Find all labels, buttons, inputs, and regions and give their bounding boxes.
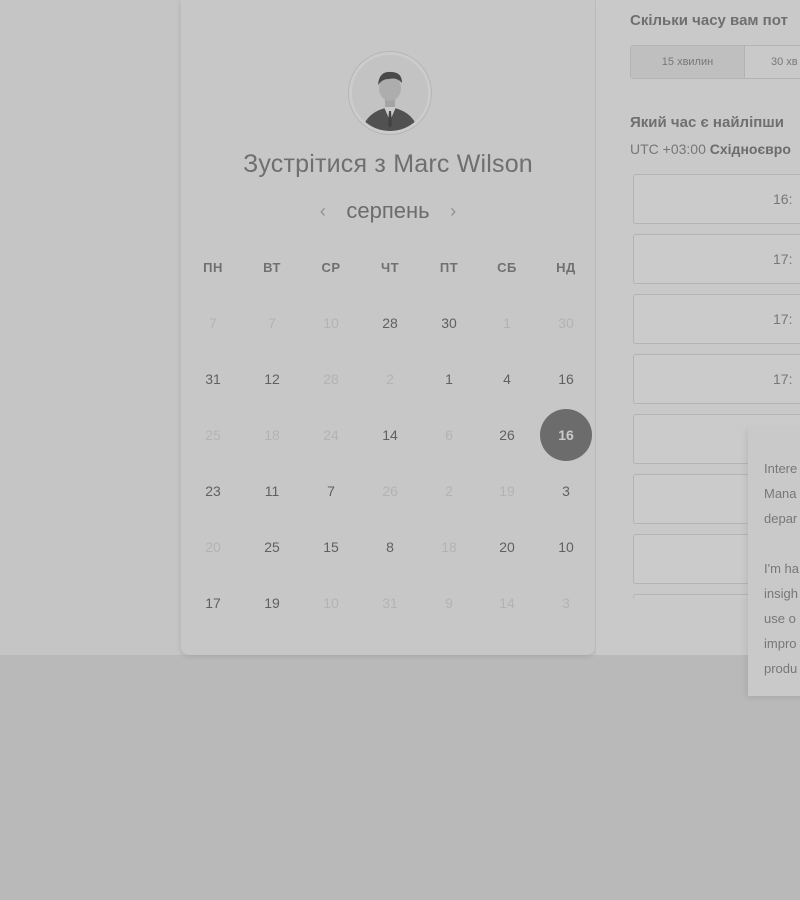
time-slot-button[interactable]: 17: [633, 234, 800, 284]
calendar-day[interactable]: 16 [540, 353, 592, 405]
calendar-day: 2 [386, 371, 394, 387]
calendar-day-selected[interactable]: 16 [540, 409, 592, 461]
time-slot-button[interactable]: 16: [633, 174, 800, 224]
calendar-day: 18 [441, 539, 457, 555]
calendar-day: 26 [382, 483, 398, 499]
calendar-day: 3 [562, 595, 570, 611]
calendar-day[interactable]: 25 [246, 521, 298, 573]
duration-15-button[interactable]: 15 хвилин [631, 46, 745, 78]
calendar-day: 28 [323, 371, 339, 387]
popup-text-line: Mana [764, 486, 797, 501]
calendar-day[interactable]: 26 [481, 409, 533, 461]
calendar-day: 14 [499, 595, 515, 611]
calendar-day: 1 [503, 315, 511, 331]
calendar-day[interactable]: 1 [423, 353, 475, 405]
calendar-day: 24 [323, 427, 339, 443]
calendar-day[interactable]: 3 [540, 465, 592, 517]
popup-text-line: Intere [764, 461, 798, 476]
calendar-day[interactable]: 30 [423, 297, 475, 349]
calendar-day[interactable]: 14 [364, 409, 416, 461]
calendar-day: 10 [323, 595, 339, 611]
popup-text-line: impro [764, 636, 797, 651]
calendar-day: 7 [268, 315, 276, 331]
popup-text-line: insigh [764, 586, 798, 601]
calendar-day[interactable]: 19 [246, 577, 298, 629]
calendar-day[interactable]: 23 [187, 465, 239, 517]
calendar-day: 19 [499, 483, 515, 499]
calendar-day[interactable]: 7 [305, 465, 357, 517]
time-slot-label: 17: [773, 311, 793, 327]
calendar-day: 6 [445, 427, 453, 443]
calendar-day[interactable]: 10 [540, 521, 592, 573]
time-slot-button[interactable]: 17: [633, 294, 800, 344]
calendar-day[interactable]: 28 [364, 297, 416, 349]
duration-selector: 15 хвилин 30 хв [630, 45, 800, 79]
calendar-day[interactable]: 11 [246, 465, 298, 517]
calendar-day: 10 [323, 315, 339, 331]
timezone-offset: UTC +03:00 [630, 141, 706, 157]
time-slot-label: 17: [773, 371, 793, 387]
time-heading: Який час є найліпши [630, 114, 785, 131]
timezone-label[interactable]: UTC +03:00 Східноєвро [630, 141, 791, 157]
calendar-day[interactable]: 17 [187, 577, 239, 629]
popup-text-line: I'm ha [764, 561, 799, 576]
calendar-day: 30 [558, 315, 574, 331]
time-slot-button[interactable]: 17: [633, 354, 800, 404]
info-popup: Intere Mana depar I'm ha insigh use o impro pro… [748, 428, 800, 696]
popup-text-line: depar [764, 511, 798, 526]
timezone-name: Східноєвро [709, 141, 791, 157]
calendar-day[interactable]: 20 [481, 521, 533, 573]
calendar-day[interactable]: 31 [187, 353, 239, 405]
duration-30-button[interactable]: 30 хв [745, 46, 800, 78]
calendar-day[interactable]: 8 [364, 521, 416, 573]
time-slot-label: 16: [773, 191, 793, 207]
calendar-day: 7 [209, 315, 217, 331]
popup-text-line: produ [764, 661, 798, 676]
calendar-day[interactable]: 12 [246, 353, 298, 405]
calendar-day: 2 [445, 483, 453, 499]
calendar-panel: Зустрітися з Marc Wilson ‹ серпень › ПН В… [181, 0, 595, 655]
calendar-day[interactable]: 15 [305, 521, 357, 573]
calendar-grid: 7 7 10 28 30 1 30 31 12 28 2 1 4 16 25 18 24 14 6 26 16 23 11 7… [181, 0, 595, 655]
calendar-day: 20 [205, 539, 221, 555]
calendar-day[interactable]: 4 [481, 353, 533, 405]
duration-heading: Скільки часу вам пот [630, 12, 788, 29]
time-slot-label: 17: [773, 251, 793, 267]
calendar-day: 25 [205, 427, 221, 443]
popup-text-line: use o [764, 611, 796, 626]
calendar-day: 31 [382, 595, 398, 611]
calendar-day: 9 [445, 595, 453, 611]
calendar-day: 18 [264, 427, 280, 443]
